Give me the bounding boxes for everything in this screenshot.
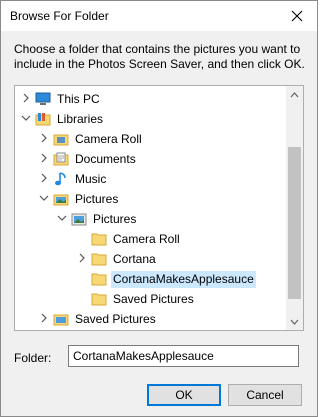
tree-item-music[interactable]: Music — [15, 169, 285, 189]
tree-item-label: Music — [75, 172, 107, 186]
cancel-button[interactable]: Cancel — [228, 384, 302, 406]
tree-item-label: Camera Roll — [113, 232, 180, 246]
tree-item-pictures-folder[interactable]: Pictures — [15, 209, 285, 229]
chevron-right-icon[interactable] — [39, 312, 49, 324]
title-bar: Browse For Folder — [1, 1, 317, 31]
dialog-title: Browse For Folder — [10, 9, 109, 23]
tree-item-libraries[interactable]: Libraries — [15, 109, 285, 129]
tree-item-this-pc[interactable]: This PC — [15, 89, 285, 109]
library-icon — [35, 113, 51, 126]
folder-icon — [91, 273, 107, 286]
tree-item-saved-pictures-library[interactable]: Saved Pictures — [15, 309, 285, 329]
tree-item-label: Cortana — [113, 252, 156, 266]
chevron-right-icon[interactable] — [21, 92, 31, 104]
close-button[interactable] — [277, 1, 317, 31]
scroll-down-button[interactable] — [286, 313, 303, 330]
close-icon — [291, 10, 303, 22]
tree-item-documents[interactable]: Documents — [15, 149, 285, 169]
scroll-thumb[interactable] — [288, 147, 301, 299]
folder-input[interactable]: CortanaMakesApplesauce — [68, 345, 299, 367]
browse-for-folder-dialog: Browse For Folder Choose a folder that c… — [0, 0, 318, 417]
tree-item-label: Saved Pictures — [113, 292, 194, 306]
chevron-down-icon[interactable] — [39, 192, 49, 204]
folder-tree[interactable]: This PC Libraries Camera Roll Documents … — [14, 85, 304, 331]
pc-icon — [35, 92, 51, 105]
chevron-right-icon[interactable] — [39, 172, 49, 184]
tree-item-cortana[interactable]: Cortana — [15, 249, 285, 269]
music-library-icon — [55, 172, 66, 186]
chevron-right-icon[interactable] — [39, 152, 49, 164]
chevron-down-icon[interactable] — [21, 112, 31, 124]
chevron-right-icon[interactable] — [77, 252, 87, 264]
chevron-right-icon[interactable] — [39, 132, 49, 144]
chevron-down-icon — [290, 319, 299, 325]
folder-icon — [91, 293, 107, 306]
tree-item-label: Libraries — [57, 112, 104, 126]
ok-button[interactable]: OK — [147, 384, 221, 406]
pictures-library-icon — [53, 194, 69, 206]
tree-scrollbar[interactable] — [286, 86, 303, 330]
chevron-up-icon — [290, 91, 299, 97]
tree-item-label: Camera Roll — [75, 132, 142, 146]
instructions-text: Choose a folder that contains the pictur… — [14, 42, 305, 71]
tree-item-camera-roll-library[interactable]: Camera Roll — [15, 129, 285, 149]
folder-icon — [91, 253, 107, 266]
documents-library-icon — [53, 152, 69, 166]
tree-item-label: CortanaMakesApplesauce — [111, 271, 256, 288]
folder-icon — [91, 233, 107, 246]
tree-item-label: Pictures — [75, 192, 119, 206]
tree-item-pictures-library[interactable]: Pictures — [15, 189, 285, 209]
chevron-down-icon[interactable] — [57, 212, 67, 224]
tree-item-label: Saved Pictures — [75, 312, 156, 326]
folder-label: Folder: — [14, 351, 52, 365]
scroll-up-button[interactable] — [286, 86, 303, 103]
tree-item-camera-roll-folder[interactable]: Camera Roll — [15, 229, 285, 249]
tree-item-label: Documents — [75, 152, 136, 166]
pictures-folder-icon — [71, 213, 87, 226]
camera-roll-library-icon — [53, 134, 69, 146]
saved-pictures-library-icon — [53, 314, 69, 326]
tree-item-saved-pictures-folder[interactable]: Saved Pictures — [15, 289, 285, 309]
tree-item-label: This PC — [57, 92, 100, 106]
tree-item-label: Pictures — [93, 212, 137, 226]
tree-item-cortanamakesapplesauce[interactable]: CortanaMakesApplesauce — [15, 269, 285, 289]
